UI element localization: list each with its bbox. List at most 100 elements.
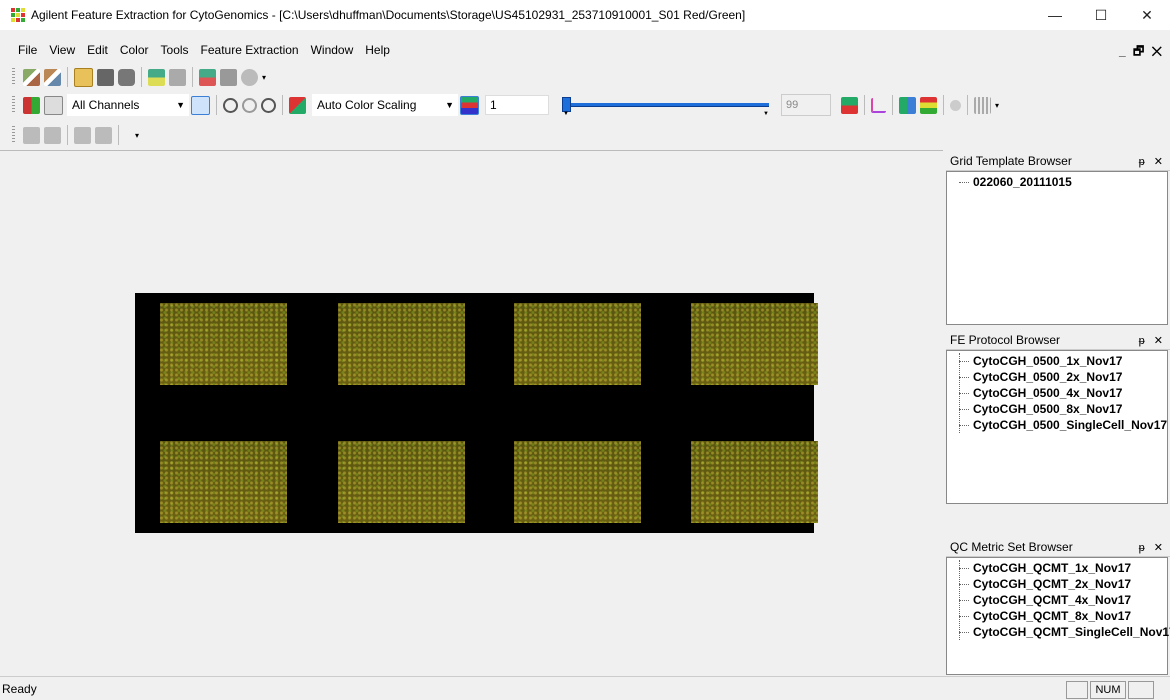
toolbar-separator <box>282 95 283 115</box>
extraction-settings-icon[interactable] <box>220 68 237 86</box>
status-cell-caps <box>1066 681 1088 699</box>
mdi-child-controls[interactable]: _ 🗗 ✕ <box>1119 42 1164 63</box>
menu-edit[interactable]: Edit <box>81 43 114 57</box>
subarray-block[interactable] <box>691 441 818 523</box>
grid-template-browser: Grid Template Browser ᵽ ✕ 022060_2011101… <box>946 152 1170 325</box>
menu-file[interactable]: File <box>0 43 43 57</box>
panel-body: 022060_20111015 <box>946 171 1168 325</box>
intensity-slider[interactable]: ▼ ▼ <box>561 94 769 117</box>
color-scaling-select[interactable]: Auto Color Scaling ▼ <box>312 94 458 116</box>
grid-move-icon[interactable] <box>899 96 916 114</box>
zoom-in-icon[interactable] <box>223 97 238 113</box>
toolbar-overflow-icon[interactable]: ▾ <box>135 131 139 140</box>
overlay-icon[interactable] <box>841 96 858 114</box>
panel-body: CytoCGH_QCMT_1x_Nov17 CytoCGH_QCMT_2x_No… <box>946 557 1170 675</box>
copy-image-icon[interactable] <box>44 95 63 115</box>
pin-close-controls[interactable]: ᵽ ✕ <box>1139 155 1166 168</box>
toolbar-image: All Channels ▼ Auto Color Scaling ▼ 1 ▼ … <box>0 92 999 118</box>
histogram-icon[interactable] <box>920 96 937 114</box>
batch-add-icon[interactable] <box>23 126 40 144</box>
max-value-input[interactable]: 99 <box>781 94 831 116</box>
toolbar-separator <box>141 67 142 87</box>
toolbar-overflow-icon[interactable]: ▾ <box>995 101 999 110</box>
subarray-block[interactable] <box>338 441 465 523</box>
subarray-block[interactable] <box>691 303 818 385</box>
menu-view[interactable]: View <box>43 43 81 57</box>
tree-item[interactable]: CytoCGH_QCMT_1x_Nov17 <box>947 560 1167 576</box>
tree-item[interactable]: CytoCGH_0500_1x_Nov17 <box>947 353 1167 369</box>
toolbar-standard: ▾ <box>0 64 266 90</box>
menu-tools[interactable]: Tools <box>155 43 195 57</box>
grid-icon[interactable] <box>974 96 991 114</box>
tree-item[interactable]: CytoCGH_QCMT_2x_Nov17 <box>947 576 1167 592</box>
subarray-block[interactable] <box>160 441 287 523</box>
menu-color[interactable]: Color <box>114 43 155 57</box>
tree-item[interactable]: 022060_20111015 <box>947 174 1167 190</box>
image-view[interactable] <box>0 150 943 677</box>
channel-select-value: All Channels <box>72 98 140 112</box>
panel-body: CytoCGH_0500_1x_Nov17 CytoCGH_0500_2x_No… <box>946 350 1168 504</box>
toolbar-separator <box>67 67 68 87</box>
min-value-input[interactable]: 1 <box>485 95 549 115</box>
panel-header: QC Metric Set Browser ᵽ ✕ <box>946 538 1170 557</box>
app-icon <box>11 8 25 22</box>
batch-run-icon[interactable] <box>74 126 91 144</box>
pin-close-controls[interactable]: ᵽ ✕ <box>1139 541 1166 554</box>
panel-title: QC Metric Set Browser <box>950 540 1073 554</box>
tree-item[interactable]: CytoCGH_QCMT_4x_Nov17 <box>947 592 1167 608</box>
color-icon[interactable] <box>289 96 306 114</box>
batch-stop-icon[interactable] <box>95 126 112 144</box>
zoom-out-icon[interactable] <box>242 97 257 113</box>
zoom-fit-icon[interactable] <box>261 97 276 113</box>
spot-icon[interactable] <box>950 99 961 111</box>
channel-select[interactable]: All Channels ▼ <box>67 94 189 116</box>
tree-item[interactable]: CytoCGH_0500_4x_Nov17 <box>947 385 1167 401</box>
help-icon[interactable] <box>241 68 258 86</box>
tree-item[interactable]: CytoCGH_QCMT_8x_Nov17 <box>947 608 1167 624</box>
plot-icon[interactable] <box>871 97 886 113</box>
toolbar-separator <box>864 95 865 115</box>
toolbar-grip[interactable] <box>12 96 15 114</box>
color-scale-icon[interactable] <box>460 95 479 115</box>
tree-item[interactable]: CytoCGH_0500_2x_Nov17 <box>947 369 1167 385</box>
project-properties-icon[interactable] <box>169 68 186 86</box>
tree-item[interactable]: CytoCGH_0500_SingleCell_Nov17 <box>947 417 1167 433</box>
subarray-block[interactable] <box>514 303 641 385</box>
toolbar-grip[interactable] <box>12 126 15 144</box>
batch-remove-icon[interactable] <box>44 126 61 144</box>
slider-track <box>565 103 769 107</box>
menu-help[interactable]: Help <box>359 43 396 57</box>
crop-select-icon[interactable] <box>191 95 210 115</box>
run-extraction-icon[interactable] <box>199 68 216 86</box>
tree-item[interactable]: CytoCGH_0500_8x_Nov17 <box>947 401 1167 417</box>
pin-close-controls[interactable]: ᵽ ✕ <box>1139 334 1166 347</box>
minimize-button[interactable]: — <box>1032 0 1078 30</box>
print-icon[interactable] <box>118 68 135 86</box>
channel-display-icon[interactable] <box>23 96 40 114</box>
tree-item[interactable]: CytoCGH_QCMT_SingleCell_Nov17 <box>947 624 1170 640</box>
microarray-image[interactable] <box>135 293 818 533</box>
qc-metric-set-browser: QC Metric Set Browser ᵽ ✕ CytoCGH_QCMT_1… <box>946 538 1170 675</box>
subarray-block[interactable] <box>514 441 641 523</box>
save-icon[interactable] <box>97 68 114 86</box>
subarray-block[interactable] <box>338 303 465 385</box>
close-button[interactable]: ✕ <box>1124 0 1170 30</box>
menu-window[interactable]: Window <box>305 43 360 57</box>
slider-thumb[interactable] <box>562 97 571 112</box>
subarray-block[interactable] <box>160 303 287 385</box>
title-bar: Agilent Feature Extraction for CytoGenom… <box>0 0 1170 30</box>
toolbar-separator <box>943 95 944 115</box>
maximize-button[interactable]: ☐ <box>1078 0 1124 30</box>
status-text: Ready <box>2 681 37 696</box>
toolbar-grip[interactable] <box>12 68 15 86</box>
toolbar-separator <box>892 95 893 115</box>
menu-feature-extraction[interactable]: Feature Extraction <box>195 43 305 57</box>
toolbar-separator <box>967 95 968 115</box>
panel-title: Grid Template Browser <box>950 154 1072 168</box>
add-images-icon[interactable] <box>148 68 165 86</box>
new-extraction-icon[interactable] <box>44 68 61 86</box>
panel-header: FE Protocol Browser ᵽ ✕ <box>946 331 1170 350</box>
toolbar-overflow-icon[interactable]: ▾ <box>262 73 266 82</box>
open-folder-icon[interactable] <box>74 67 93 87</box>
new-project-icon[interactable] <box>23 68 40 86</box>
